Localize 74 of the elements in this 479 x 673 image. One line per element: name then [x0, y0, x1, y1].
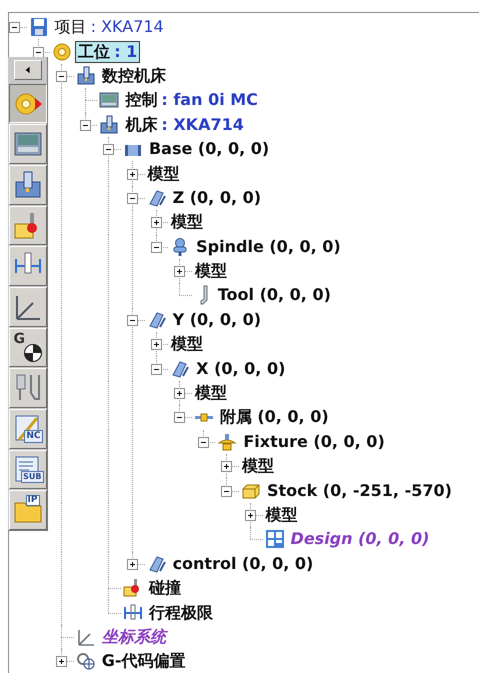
expander-toggle[interactable]: [174, 266, 186, 278]
node-label[interactable]: X (0, 0, 0): [193, 358, 288, 380]
expander-toggle[interactable]: [56, 70, 68, 82]
node-label[interactable]: Stock (0, -251, -570): [264, 480, 455, 502]
target-icon: [24, 344, 42, 362]
expander-toggle[interactable]: [126, 192, 138, 204]
expander-toggle[interactable]: [126, 168, 138, 180]
expander-toggle[interactable]: [56, 656, 68, 668]
expander-toggle[interactable]: [244, 510, 256, 521]
expander-toggle[interactable]: [150, 364, 162, 375]
slide-icon: [146, 188, 167, 208]
node-label[interactable]: 控制 : fan 0i MC: [122, 89, 261, 112]
machine-button[interactable]: [8, 165, 46, 205]
expander-toggle[interactable]: [126, 558, 138, 570]
node-label[interactable]: control (0, 0, 0): [170, 552, 316, 575]
tools-button[interactable]: [8, 368, 46, 408]
limits-button[interactable]: [8, 246, 46, 286]
offsets-button[interactable]: G: [8, 328, 46, 368]
expander-toggle[interactable]: [32, 46, 44, 58]
machine-icon: [12, 170, 42, 200]
machine-icon: [99, 114, 120, 135]
control-panel-icon: [99, 90, 120, 110]
expander-toggle[interactable]: [103, 144, 114, 156]
node-label[interactable]: 碰撞: [146, 577, 184, 600]
node-label[interactable]: 坐标系统: [98, 626, 169, 648]
expander-toggle[interactable]: [150, 242, 162, 253]
slide-icon: [170, 358, 190, 379]
expander-toggle[interactable]: [221, 461, 232, 472]
grid-icon: [264, 529, 285, 550]
node-label[interactable]: 项目 : XKA714: [52, 16, 167, 38]
node-label[interactable]: 机床 : XKA714: [122, 114, 247, 136]
expander-toggle[interactable]: [9, 22, 20, 34]
node-label[interactable]: 模型: [144, 162, 183, 185]
expander-toggle[interactable]: [80, 120, 91, 131]
node-label[interactable]: Design (0, 0, 0): [288, 528, 432, 550]
nc-button[interactable]: NC: [8, 409, 46, 449]
gear-icon: [52, 42, 72, 62]
node-label[interactable]: Z (0, 0, 0): [170, 186, 264, 209]
node-label[interactable]: 行程极限: [146, 602, 216, 624]
slide-icon: [146, 554, 167, 574]
node-label[interactable]: G-代码偏置: [98, 650, 189, 672]
node-label[interactable]: 数控机床: [98, 64, 169, 87]
collision-button[interactable]: [8, 206, 46, 246]
ip-button[interactable]: IP: [8, 490, 46, 530]
expander-toggle[interactable]: [221, 486, 232, 497]
machine-icon: [76, 66, 96, 86]
expander-toggle[interactable]: [198, 436, 209, 448]
node-label[interactable]: 模型: [192, 382, 230, 404]
node-label[interactable]: 模型: [238, 455, 277, 478]
sub-button[interactable]: SUB: [8, 450, 46, 490]
expander-toggle[interactable]: [150, 339, 162, 350]
node-label[interactable]: Fixture (0, 0, 0): [240, 430, 388, 453]
controller-button[interactable]: [8, 124, 46, 164]
node-label[interactable]: 模型: [192, 260, 230, 282]
expander-toggle[interactable]: [174, 412, 186, 424]
expander-toggle[interactable]: [150, 217, 162, 228]
node-label[interactable]: 模型: [168, 333, 206, 356]
coordinates-button[interactable]: [8, 287, 46, 327]
node-label[interactable]: Tool (0, 0, 0): [214, 284, 334, 306]
node-label[interactable]: Spindle (0, 0, 0): [193, 236, 344, 258]
expander-toggle[interactable]: [126, 314, 138, 326]
slide-icon: [146, 310, 167, 330]
node-label[interactable]: 模型: [262, 504, 301, 526]
node-label[interactable]: 附属 (0, 0, 0): [216, 406, 332, 428]
left-triangle-icon: [24, 66, 32, 74]
collapse-button[interactable]: [14, 60, 42, 80]
fixture-icon: [217, 432, 238, 452]
node-label[interactable]: Y (0, 0, 0): [170, 308, 264, 331]
node-label[interactable]: 模型: [168, 211, 206, 234]
node-label[interactable]: 工位 : 1: [75, 40, 140, 63]
setup-button[interactable]: [8, 84, 46, 124]
node-label[interactable]: Base (0, 0, 0): [146, 138, 272, 160]
tool-icon: [200, 285, 208, 306]
expander-toggle[interactable]: [174, 388, 186, 400]
